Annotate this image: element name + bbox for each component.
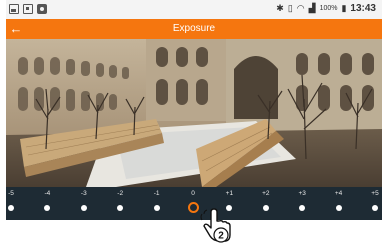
status-bar: ✱ ▯ ◠ ▟ 100% ▮ 13:43 (6, 0, 382, 19)
exposure-tick-label: +5 (371, 190, 379, 197)
courtyard-photo (6, 39, 382, 187)
camera-preview[interactable] (6, 39, 382, 187)
exposure-step-dot[interactable] (335, 205, 342, 211)
exposure-tick-label: -4 (44, 190, 51, 197)
camera-icon (37, 4, 47, 14)
battery-icon: ▮ (341, 3, 347, 13)
page-title: Exposure (172, 23, 216, 34)
image-icon (23, 4, 33, 14)
exposure-step-dot[interactable] (153, 205, 160, 211)
exposure-tick-label: +1 (225, 190, 234, 197)
exposure-tick-label: +3 (298, 190, 306, 197)
status-indicators: ✱ ▯ ◠ ▟ 100% ▮ 13:43 (276, 3, 376, 14)
exposure-tick-label: 0 (191, 190, 195, 197)
wifi-icon: ◠ (296, 3, 305, 13)
exposure-step-dot[interactable] (8, 205, 14, 211)
exposure-slider[interactable]: -5 -4 -3 -2 -1 0 +1 +2 +3 +4 +5 (6, 187, 382, 220)
battery-percent: 100% (319, 5, 338, 12)
exposure-tick-label: +4 (334, 190, 343, 197)
phone-screen: ✱ ▯ ◠ ▟ 100% ▮ 13:43 ← Exposure -5 -4 -3… (6, 0, 382, 220)
exposure-tick-label: -5 (8, 190, 14, 197)
exposure-step-dot[interactable] (372, 205, 378, 211)
clock: 13:43 (350, 3, 376, 14)
exposure-tick-label: +2 (262, 190, 270, 197)
action-bar: ← Exposure (6, 19, 382, 39)
exposure-tick-label: -3 (80, 190, 87, 197)
exposure-step-dot[interactable] (44, 205, 51, 211)
exposure-tick-label: -2 (117, 190, 124, 197)
exposure-step-dot[interactable] (117, 205, 124, 211)
signal-icon: ▟ (308, 3, 316, 13)
image-icon (9, 4, 19, 14)
exposure-step-dot[interactable] (299, 205, 306, 211)
exposure-tick-label: -1 (153, 190, 160, 197)
exposure-step-dot[interactable] (80, 205, 87, 211)
vibrate-icon: ▯ (287, 3, 293, 13)
tap-hand-icon: 2 (200, 208, 231, 243)
exposure-step-dot[interactable] (262, 205, 269, 211)
step-number: 2 (218, 231, 224, 242)
bluetooth-icon: ✱ (276, 3, 284, 13)
